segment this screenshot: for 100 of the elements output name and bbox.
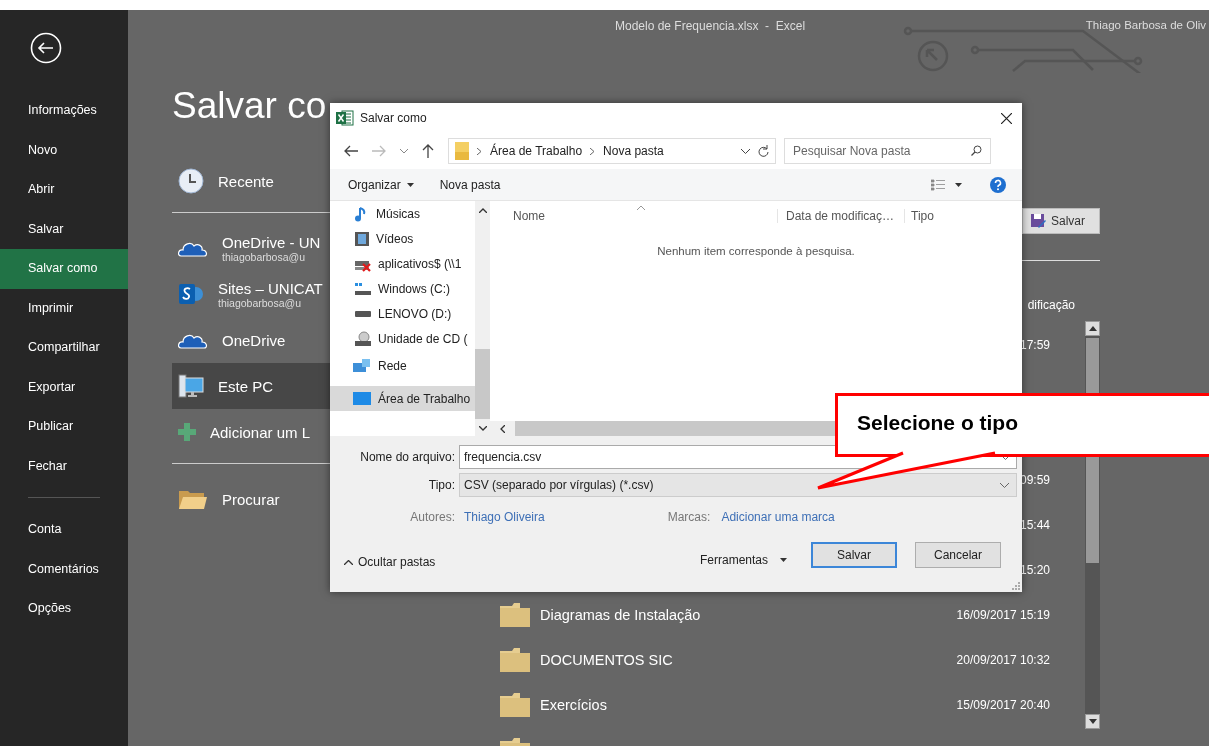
back-arrow-icon[interactable] [344,145,358,157]
page-heading: Salvar co [172,84,327,128]
chevron-down-icon [1000,482,1009,488]
up-arrow-icon[interactable] [422,144,434,158]
location-name: Procurar [222,490,280,508]
system-drive-icon [354,281,372,296]
location-item[interactable]: Procurar [172,476,330,522]
sidebar-item[interactable]: Imprimir [0,288,128,328]
new-folder-button[interactable]: Nova pasta [431,177,509,192]
folder-icon [500,647,530,672]
folder-name[interactable]: Diagramas de Instalação [540,606,701,623]
location-item[interactable]: Recente [172,158,330,204]
nav-item[interactable]: Área de Trabalho [330,386,475,411]
scroll-up-icon[interactable] [1088,326,1097,331]
organize-menu[interactable]: Organizar [340,177,422,192]
location-name: OneDrive [222,331,286,349]
location-name: OneDrive - UN [222,233,321,251]
computer-icon [178,373,204,399]
column-header[interactable]: Data de modificaç… [777,209,903,223]
sidebar-item[interactable]: Comentários [0,549,128,589]
search-field[interactable]: Pesquisar Nova pasta [784,138,991,164]
view-options-icon[interactable] [931,178,945,191]
save-icon [1030,213,1046,229]
resize-grip-icon[interactable] [1012,582,1020,590]
modified-date: 15/09/2017 20:40 [956,697,1050,712]
back-icon[interactable] [30,32,62,64]
chevron-right-icon [590,147,596,155]
sort-caret-icon [637,205,645,210]
location-item[interactable]: OneDrive - UN thiagobarbosa@u [172,225,330,271]
account-email: thiagobarbosa@u [222,250,307,263]
sidebar-item[interactable]: Fechar [0,446,128,486]
location-name: Recente [218,172,274,190]
sidebar-item[interactable]: Exportar [0,367,128,407]
location-name: Sites – UNICAT [218,279,323,297]
breadcrumb[interactable]: Nova pasta [603,144,664,158]
excel-icon [336,110,354,126]
column-header[interactable]: Tipo [904,209,934,223]
nav-item[interactable]: Rede [330,353,475,378]
tools-menu[interactable]: Ferramentas [693,548,793,572]
author-link[interactable]: Thiago Oliveira [464,510,545,524]
search-icon [971,145,982,156]
sidebar-item[interactable]: Novo [0,130,128,170]
sidebar-item[interactable]: Salvar como [0,249,128,289]
address-bar[interactable]: Área de Trabalho Nova pasta [448,138,776,164]
chevron-right-icon [477,147,482,155]
nav-item[interactable]: Músicas [330,201,475,226]
add-tag-link[interactable]: Adicionar uma marca [721,510,835,524]
chevron-down-icon[interactable] [741,148,750,154]
folder-name[interactable]: Exercícios [540,696,607,713]
sidebar-item[interactable]: Compartilhar [0,328,128,368]
window-title: Modelo de Frequencia.xlsx - Excel [615,19,806,33]
plus-icon [178,423,196,441]
save-button[interactable]: Salvar [1022,208,1100,234]
close-icon[interactable] [1001,112,1012,124]
sidebar-item[interactable]: Conta [0,510,128,550]
hide-folders-button[interactable]: Ocultar pastas [338,554,442,570]
column-header[interactable]: Nome [513,209,545,223]
clock-icon [178,168,204,194]
nav-item[interactable]: Unidade de CD ( [330,326,475,351]
location-item[interactable]: Este PC [172,363,330,409]
sidebar-item[interactable]: Informações [0,91,128,131]
help-icon[interactable] [990,176,1006,193]
scrollbar[interactable] [475,201,490,436]
dialog-button[interactable]: Cancelar [915,542,1001,568]
dialog-title: Salvar como [360,111,427,125]
breadcrumb[interactable]: Área de Trabalho [490,144,583,158]
nav-item[interactable]: Windows (C:) [330,276,475,301]
file-type-dropdown[interactable]: CSV (separado por vírgulas) (*.csv) [459,473,1017,497]
location-item[interactable]: OneDrive [172,317,330,363]
scroll-up-icon[interactable] [478,208,487,213]
scroll-down-icon[interactable] [478,426,487,431]
sidebar-item[interactable]: Publicar [0,407,128,447]
account-email: thiagobarbosa@u [218,296,303,309]
nav-item[interactable]: Vídeos [330,226,475,251]
caret-icon [406,182,414,187]
modified-date: 20/09/2017 10:32 [956,652,1050,667]
dialog-button[interactable]: Salvar [811,542,897,568]
user-name[interactable]: Thiago Barbosa de Oliv [1085,19,1206,31]
drive-icon [354,309,372,318]
field-label: Marcas: [667,510,711,524]
scroll-down-icon[interactable] [1088,719,1097,724]
cd-drive-icon [354,330,372,347]
sidebar-item[interactable]: Salvar [0,209,128,249]
sidebar-item[interactable]: Abrir [0,170,128,210]
column-header[interactable]: dificação [1027,298,1075,312]
field-label: Nome do arquivo: [359,450,456,464]
location-item[interactable]: Adicionar um L [172,409,330,455]
refresh-icon[interactable] [758,145,769,157]
caret-icon[interactable] [955,182,962,187]
sharepoint-icon [178,281,204,307]
nav-item[interactable]: aplicativos$ (\\1 [330,251,475,276]
folder-name[interactable]: DOCUMENTOS SIC [540,651,673,668]
caret-icon [780,558,787,562]
nav-item[interactable]: LENOVO (D:) [330,301,475,326]
sidebar-item[interactable]: Opções [0,589,128,629]
modified-date: 15:44 [1019,517,1050,532]
field-label: Autores: [409,510,456,524]
modified-date: 16/09/2017 15:19 [956,607,1050,622]
scroll-left-icon[interactable] [500,424,505,433]
location-item[interactable]: Sites – UNICAT thiagobarbosa@u [172,271,330,317]
